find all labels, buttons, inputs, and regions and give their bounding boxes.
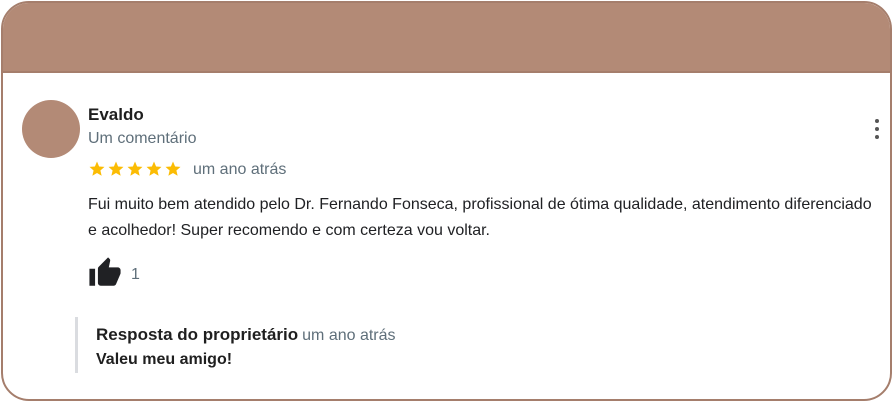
star-rating <box>88 158 183 180</box>
star-icon <box>146 161 162 176</box>
owner-response-header: Resposta do proprietário um ano atrás <box>96 325 396 345</box>
star-icon <box>108 161 124 176</box>
reviewer-subtitle: Um comentário <box>88 130 197 147</box>
reviewer-name[interactable]: Evaldo <box>88 105 144 125</box>
star-icon <box>89 161 105 176</box>
star-icon <box>127 161 143 176</box>
header-band <box>3 3 890 73</box>
review-time: um ano atrás <box>193 161 287 178</box>
review-text: Fui muito bem atendido pelo Dr. Fernando… <box>88 196 872 239</box>
star-icon <box>165 161 181 176</box>
owner-response: Resposta do proprietário um ano atrás Val… <box>75 317 478 373</box>
owner-response-title: Resposta do proprietário <box>96 325 299 344</box>
like-count: 1 <box>131 266 140 283</box>
review-card: Evaldo Um comentário um ano atrás Fui mu… <box>1 1 892 401</box>
owner-response-text: Valeu meu amigo! <box>96 351 233 368</box>
more-dot <box>875 127 879 131</box>
avatar[interactable] <box>22 100 80 158</box>
owner-response-time: um ano atrás <box>302 327 396 344</box>
thumbs-up-icon[interactable] <box>88 256 122 290</box>
more-dot <box>875 135 879 139</box>
more-options-icon[interactable] <box>869 115 885 143</box>
more-dot <box>875 119 879 123</box>
